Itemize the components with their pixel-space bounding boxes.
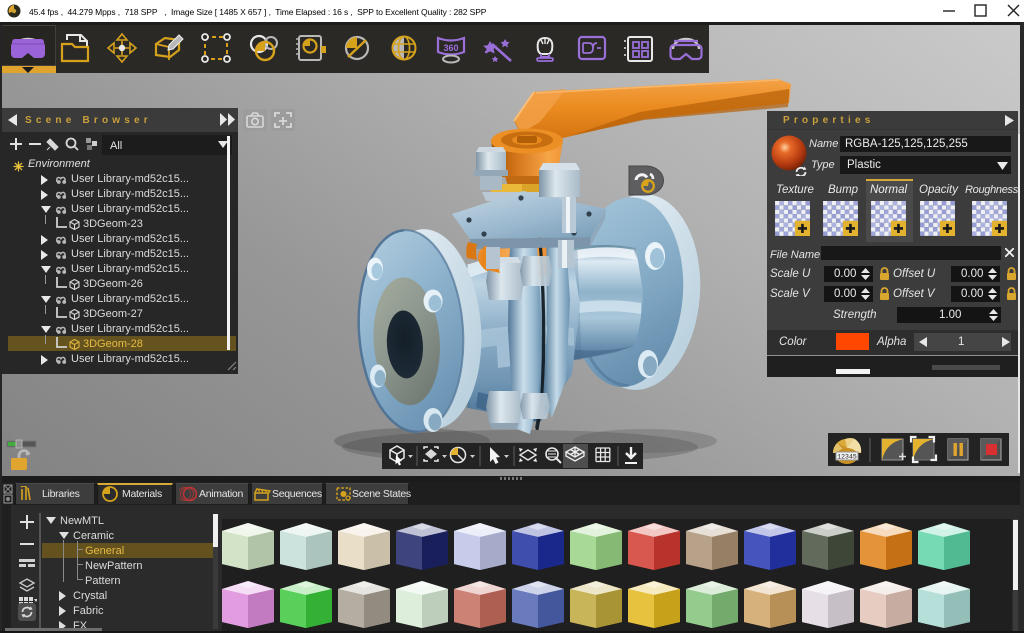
svg-text:All: All [110,140,122,152]
svg-text:12345: 12345 [837,454,857,461]
svg-text:360: 360 [443,43,458,53]
